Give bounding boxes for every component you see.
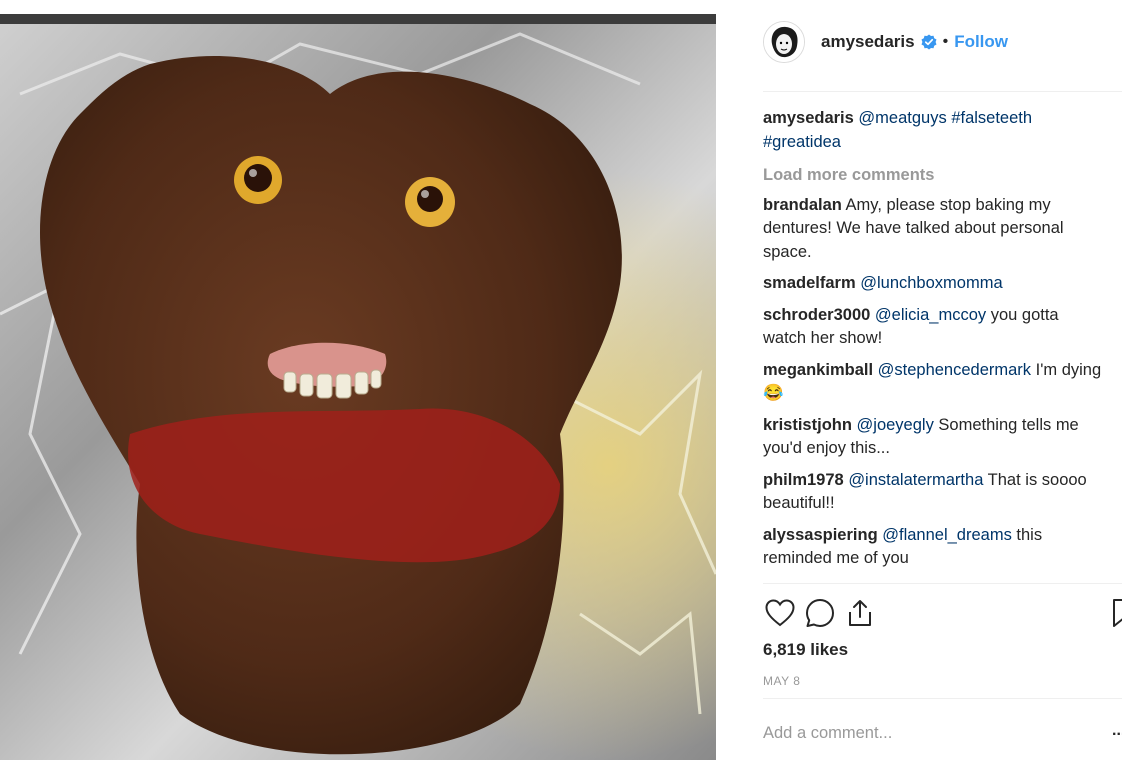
comment-mention[interactable]: @elicia_mccoy xyxy=(875,306,986,324)
follow-button[interactable]: Follow xyxy=(954,32,1008,52)
comment-username[interactable]: philm1978 xyxy=(763,471,844,489)
comment-username[interactable]: megankimball xyxy=(763,361,873,379)
post-photo[interactable] xyxy=(0,14,716,760)
post-caption: amysedaris @meatguys #falseteeth #greati… xyxy=(763,107,1103,154)
caption-mention[interactable]: @meatguys xyxy=(858,109,946,127)
comment-username[interactable]: alyssaspiering xyxy=(763,526,878,544)
meatloaf-face-image xyxy=(0,14,716,760)
comments-list: amysedaris @meatguys #falseteeth #greati… xyxy=(763,107,1103,579)
caption-hashtag[interactable]: #greatidea xyxy=(763,133,841,151)
comment-mention[interactable]: @stephencedermark xyxy=(878,361,1031,379)
comment-username[interactable]: schroder3000 xyxy=(763,306,870,324)
header-separator-dot: • xyxy=(942,33,949,50)
comment-mention[interactable]: @lunchboxmomma xyxy=(860,274,1002,292)
header-divider xyxy=(763,91,1122,92)
post-header: amysedaris • Follow xyxy=(763,14,1008,70)
comment-item: philm1978 @instalatermartha That is sooo… xyxy=(763,469,1103,516)
more-options-button[interactable]: ... xyxy=(1112,722,1122,740)
comment-item: megankimball @stephencedermark I'm dying… xyxy=(763,359,1103,406)
post-actions xyxy=(763,594,883,632)
add-comment-input[interactable]: Add a comment... xyxy=(763,724,892,743)
comment-username[interactable]: krististjohn xyxy=(763,416,852,434)
avatar[interactable] xyxy=(763,21,805,63)
comment-username[interactable]: smadelfarm xyxy=(763,274,856,292)
comment-mention[interactable]: @flannel_dreams xyxy=(882,526,1012,544)
comment-username[interactable]: brandalan xyxy=(763,196,842,214)
share-icon[interactable] xyxy=(843,596,877,630)
caption-username[interactable]: amysedaris xyxy=(763,109,854,127)
comment-item: schroder3000 @elicia_mccoy you gotta wat… xyxy=(763,304,1103,351)
comment-mention[interactable]: @joeyegly xyxy=(857,416,934,434)
comment-item: brandalan Amy, please stop baking my den… xyxy=(763,194,1103,265)
comments-divider xyxy=(763,583,1122,584)
load-more-comments-button[interactable]: Load more comments xyxy=(763,164,1103,188)
comment-item: smadelfarm @lunchboxmomma xyxy=(763,272,1103,296)
bookmark-icon[interactable] xyxy=(1112,598,1122,628)
likes-count[interactable]: 6,819 likes xyxy=(763,640,848,660)
caption-hashtag[interactable]: #falseteeth xyxy=(951,109,1032,127)
comment-item: krististjohn @joeyegly Something tells m… xyxy=(763,414,1103,461)
post-sidebar: amysedaris • Follow amysedaris @meatguys… xyxy=(716,0,1122,760)
verified-badge-icon xyxy=(921,34,937,50)
comment-item: alyssaspiering @flannel_dreams this remi… xyxy=(763,524,1103,571)
heart-icon[interactable] xyxy=(763,596,797,630)
avatar-portrait-icon xyxy=(764,22,804,62)
add-comment-divider xyxy=(763,698,1122,699)
comment-mention[interactable]: @instalatermartha xyxy=(848,471,983,489)
header-username[interactable]: amysedaris xyxy=(821,32,915,52)
comment-icon[interactable] xyxy=(803,596,837,630)
post-date[interactable]: MAY 8 xyxy=(763,674,800,688)
